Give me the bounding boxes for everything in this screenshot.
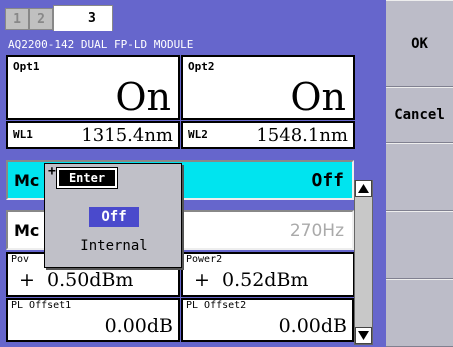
enter-button[interactable]: Enter: [56, 167, 118, 189]
pl-offset2-value: 0.00dB: [278, 315, 347, 337]
opt2-label: Opt2: [188, 60, 215, 73]
opt1-value: On: [115, 75, 171, 119]
wl1-value: 1315.4nm: [81, 125, 173, 146]
wl2-label: WL2: [188, 128, 208, 141]
pl-offset2-field[interactable]: PL Offset2 0.00dB: [181, 298, 354, 342]
power1-label: Pov: [11, 254, 30, 265]
power2-value: + 0.52dBm: [194, 269, 309, 291]
ok-button[interactable]: OK: [386, 0, 453, 87]
softkey-4[interactable]: [386, 211, 453, 279]
pl-offset1-value: 0.00dB: [104, 315, 173, 337]
module-title: AQ2200-142 DUAL FP-LD MODULE: [8, 38, 194, 51]
triangle-up-icon: [358, 184, 369, 193]
power1-value: + 0.50dBm: [19, 269, 134, 291]
power2-label: Power2: [186, 254, 223, 265]
modulation-value: Off: [311, 170, 344, 191]
tab-2[interactable]: 2: [29, 8, 53, 30]
opt1-label: Opt1: [13, 60, 40, 73]
wl2-value: 1548.1nm: [256, 125, 348, 146]
wl2-field[interactable]: WL2 1548.1nm: [181, 121, 355, 149]
opt2-field[interactable]: Opt2 On: [181, 55, 355, 120]
opt2-value: On: [290, 75, 346, 119]
tab-3[interactable]: 3: [53, 5, 113, 31]
modulation-frequency-label: Mc: [14, 221, 40, 240]
softkey-3[interactable]: [386, 143, 453, 211]
pl-offset2-label: PL Offset2: [186, 300, 247, 311]
modulation-popup[interactable]: + Enter Off Internal: [44, 163, 182, 268]
wl1-label: WL1: [13, 128, 33, 141]
option-internal[interactable]: Internal: [61, 236, 167, 256]
pl-offset1-field[interactable]: PL Offset1 0.00dB: [6, 298, 180, 342]
wl1-field[interactable]: WL1 1315.4nm: [6, 121, 180, 149]
scroll-down-button[interactable]: [355, 327, 372, 344]
cancel-button[interactable]: Cancel: [386, 87, 453, 143]
triangle-down-icon: [358, 331, 369, 340]
plus-sign: +: [48, 164, 56, 179]
tab-1[interactable]: 1: [5, 8, 29, 30]
modulation-frequency-value: 270Hz: [289, 221, 344, 241]
option-off[interactable]: Off: [89, 207, 139, 227]
opt1-field[interactable]: Opt1 On: [6, 55, 180, 120]
scroll-up-button[interactable]: [355, 180, 372, 197]
power2-field[interactable]: Power2 + 0.52dBm: [181, 252, 355, 297]
pl-offset1-label: PL Offset1: [11, 300, 72, 311]
modulation-label: Mc: [14, 171, 40, 190]
softkey-5[interactable]: [386, 279, 453, 347]
scrollbar[interactable]: [354, 180, 373, 345]
